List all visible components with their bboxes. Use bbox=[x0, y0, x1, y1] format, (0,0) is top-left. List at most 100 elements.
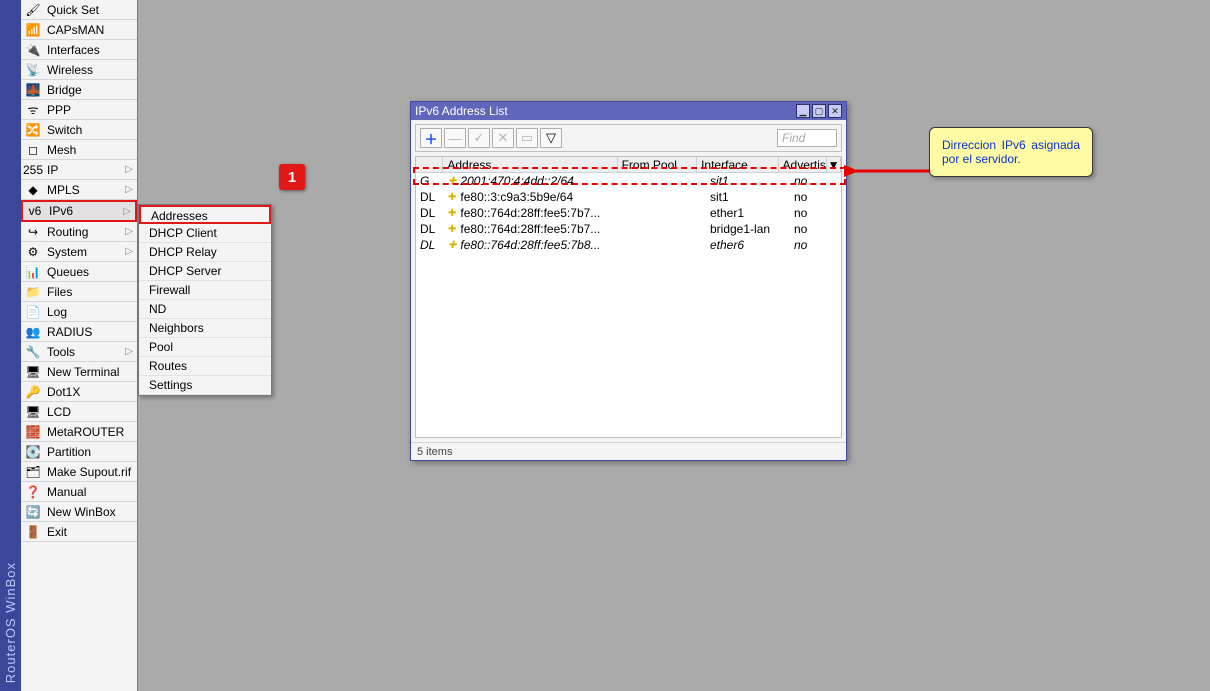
sidebar-label: Log bbox=[47, 305, 67, 319]
enable-button[interactable]: ✓ bbox=[468, 128, 490, 148]
submenu-item-nd[interactable]: ND bbox=[139, 300, 271, 319]
sidebar-item-new-terminal[interactable]: 🖥New Terminal bbox=[21, 362, 137, 382]
cell-address: fe80::764d:28ff:fee5:7b8... bbox=[444, 237, 624, 253]
sidebar-label: Files bbox=[47, 285, 72, 299]
sidebar-item-quick-set[interactable]: 🖌 Quick Set bbox=[21, 0, 137, 20]
col-address[interactable]: Address bbox=[443, 157, 617, 173]
sidebar-item-lcd[interactable]: 🖥 LCD bbox=[21, 402, 137, 422]
sidebar-icon: 🔄 bbox=[25, 504, 41, 520]
add-button[interactable]: ＋ bbox=[420, 128, 442, 148]
sidebar-icon: 📁 bbox=[25, 284, 41, 300]
sidebar-item-interfaces[interactable]: 🔌Interfaces bbox=[21, 40, 137, 60]
brand-text: RouterOS WinBox bbox=[3, 562, 18, 683]
sidebar-item-bridge[interactable]: 🌉Bridge bbox=[21, 80, 137, 100]
col-filter-icon[interactable]: ▼ bbox=[827, 157, 841, 173]
sidebar-label: LCD bbox=[47, 405, 71, 419]
comment-button[interactable]: ▭ bbox=[516, 128, 538, 148]
sidebar-label: Dot1X bbox=[47, 385, 80, 399]
submenu-item-firewall[interactable]: Firewall bbox=[139, 281, 271, 300]
cell-advertise: no bbox=[790, 173, 840, 189]
sidebar-icon: 📊 bbox=[25, 264, 41, 280]
sidebar-item-mesh[interactable]: ◻Mesh bbox=[21, 140, 137, 160]
sidebar-item-system[interactable]: ⚙System▷ bbox=[21, 242, 137, 262]
cell-address: fe80::764d:28ff:fee5:7b7... bbox=[444, 221, 624, 237]
sidebar-icon: 📶 bbox=[25, 22, 41, 38]
sidebar-icon: 🖥 bbox=[25, 404, 41, 420]
sidebar-icon: 🖌 bbox=[25, 2, 41, 18]
sidebar-item-mpls[interactable]: ◆MPLS▷ bbox=[21, 180, 137, 200]
submenu-item-routes[interactable]: Routes bbox=[139, 357, 271, 376]
submenu-item-pool[interactable]: Pool bbox=[139, 338, 271, 357]
sidebar-label: Switch bbox=[47, 123, 82, 137]
submenu-item-neighbors[interactable]: Neighbors bbox=[139, 319, 271, 338]
sidebar-item-radius[interactable]: 👥RADIUS bbox=[21, 322, 137, 342]
find-input[interactable]: Find bbox=[777, 129, 837, 147]
cell-interface: ether1 bbox=[706, 205, 790, 221]
table-row[interactable]: DLfe80::764d:28ff:fee5:7b7...ether1no bbox=[416, 205, 841, 221]
submenu-item-addresses[interactable]: Addresses bbox=[139, 205, 271, 224]
minimize-button[interactable]: ▁ bbox=[796, 104, 810, 118]
col-from-pool[interactable]: From Pool bbox=[618, 157, 698, 173]
sidebar-icon: ↪ bbox=[25, 224, 41, 240]
sidebar-icon: ◆ bbox=[25, 182, 41, 198]
sidebar-item-wireless[interactable]: 📡Wireless bbox=[21, 60, 137, 80]
sidebar-item-exit[interactable]: 🚪Exit bbox=[21, 522, 137, 542]
window-titlebar[interactable]: IPv6 Address List ▁ ▢ ✕ bbox=[411, 102, 846, 120]
sidebar-item-tools[interactable]: 🔧Tools▷ bbox=[21, 342, 137, 362]
sidebar-item-files[interactable]: 📁 Files bbox=[21, 282, 137, 302]
sidebar-item-metarouter[interactable]: 🧱MetaROUTER bbox=[21, 422, 137, 442]
table-row[interactable]: DLfe80::764d:28ff:fee5:7b8...ether6no bbox=[416, 237, 841, 253]
sidebar-label: Quick Set bbox=[47, 3, 99, 17]
maximize-button[interactable]: ▢ bbox=[812, 104, 826, 118]
disable-button[interactable]: ✕ bbox=[492, 128, 514, 148]
cell-flag: DL bbox=[416, 205, 444, 221]
submenu-item-dhcp-client[interactable]: DHCP Client bbox=[139, 224, 271, 243]
col-interface[interactable]: Interface bbox=[697, 157, 778, 173]
sidebar-item-new-winbox[interactable]: 🔄New WinBox bbox=[21, 502, 137, 522]
submenu-item-settings[interactable]: Settings bbox=[139, 376, 271, 395]
grid-header[interactable]: Address From Pool Interface Advertise ▼ bbox=[416, 157, 841, 173]
table-row[interactable]: G2001:470:4:4dd::2/64sit1no bbox=[416, 173, 841, 189]
filter-button[interactable]: ▽ bbox=[540, 128, 562, 148]
sidebar-item-make-supout.rif[interactable]: 🗂Make Supout.rif bbox=[21, 462, 137, 482]
sidebar-item-partition[interactable]: 💽Partition bbox=[21, 442, 137, 462]
remove-button[interactable]: — bbox=[444, 128, 466, 148]
sidebar-item-log[interactable]: 📄Log bbox=[21, 302, 137, 322]
submenu-item-dhcp-server[interactable]: DHCP Server bbox=[139, 262, 271, 281]
cell-flag: DL bbox=[416, 189, 444, 205]
sidebar-item-ppp[interactable]: ᯤPPP bbox=[21, 100, 137, 120]
close-button[interactable]: ✕ bbox=[828, 104, 842, 118]
sidebar-item-ipv6[interactable]: v6IPv6▷ bbox=[21, 200, 137, 222]
sidebar-label: Queues bbox=[47, 265, 89, 279]
sidebar-icon: 🖥 bbox=[25, 364, 41, 380]
cell-pool bbox=[624, 189, 706, 205]
sidebar-icon: 👥 bbox=[25, 324, 41, 340]
cell-interface: sit1 bbox=[706, 173, 790, 189]
col-flag[interactable] bbox=[416, 157, 443, 173]
cell-pool bbox=[624, 205, 706, 221]
sidebar-icon: ❓ bbox=[25, 484, 41, 500]
sidebar-label: Manual bbox=[47, 485, 86, 499]
sidebar-item-manual[interactable]: ❓ Manual bbox=[21, 482, 137, 502]
sidebar-item-queues[interactable]: 📊 Queues bbox=[21, 262, 137, 282]
sidebar-icon: 📡 bbox=[25, 62, 41, 78]
table-row[interactable]: DLfe80::3:c9a3:5b9e/64sit1no bbox=[416, 189, 841, 205]
sidebar-item-dot1x[interactable]: 🔑 Dot1X bbox=[21, 382, 137, 402]
sidebar-label: MetaROUTER bbox=[47, 425, 124, 439]
sidebar-item-switch[interactable]: 🔀Switch bbox=[21, 120, 137, 140]
sidebar-label: Tools bbox=[47, 345, 75, 359]
toolbar: ＋ — ✓ ✕ ▭ ▽ Find bbox=[415, 124, 842, 152]
sidebar-icon: 🚪 bbox=[25, 524, 41, 540]
col-advertise[interactable]: Advertise bbox=[779, 157, 828, 173]
sidebar-icon: 🔑 bbox=[25, 384, 41, 400]
submenu-item-dhcp-relay[interactable]: DHCP Relay bbox=[139, 243, 271, 262]
sidebar-label: Mesh bbox=[47, 143, 76, 157]
sidebar-item-ip[interactable]: 255IP▷ bbox=[21, 160, 137, 180]
cell-pool bbox=[624, 173, 706, 189]
chevron-right-icon: ▷ bbox=[123, 206, 131, 217]
table-row[interactable]: DLfe80::764d:28ff:fee5:7b7...bridge1-lan… bbox=[416, 221, 841, 237]
sidebar-item-routing[interactable]: ↪Routing▷ bbox=[21, 222, 137, 242]
chevron-right-icon: ▷ bbox=[125, 246, 133, 257]
sidebar-item-capsman[interactable]: 📶CAPsMAN bbox=[21, 20, 137, 40]
chevron-right-icon: ▷ bbox=[125, 164, 133, 175]
